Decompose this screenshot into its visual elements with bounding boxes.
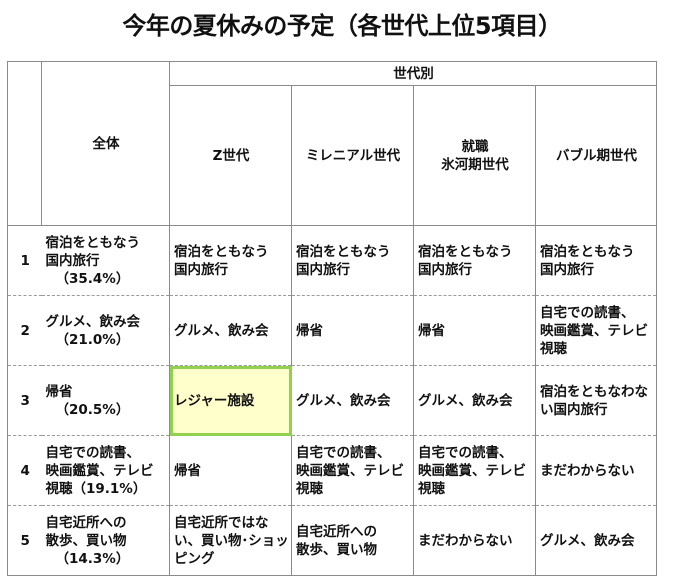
cell-text-line: グルメ、飲み会 [418, 392, 513, 409]
header-rank-cell [7, 61, 42, 226]
cell-text-line: グルメ、飲み会 [296, 392, 391, 409]
generation-cell: 宿泊をともなう 国内旅行 [291, 225, 414, 296]
cell-text-line: 映画鑑賞、テレビ [296, 462, 404, 479]
generation-cell: 自宅近所への 散歩、買い物 [291, 505, 414, 576]
header-overall-label: 全体 [92, 135, 120, 152]
cell-text-line: （21.0%） [55, 331, 130, 348]
generation-cell: 自宅での読書、 映画鑑賞、テレビ 視聴 [291, 435, 414, 506]
cell-text-line: 視聴 [540, 340, 567, 357]
cell-text-line: （35.4%） [55, 270, 130, 287]
header-generation-group: 世代別 [169, 61, 657, 86]
generation-cell: グルメ、飲み会 [291, 365, 414, 436]
cell-text-line: バブル期世代 [556, 147, 637, 164]
generation-cell: 自宅近所ではな い、買い物･ショッ ピング [169, 505, 292, 576]
overall-cell: 帰省 （20.5%） [41, 365, 170, 436]
generation-cell: 宿泊をともなう 国内旅行 [535, 225, 657, 296]
cell-text-line: 帰省 [174, 462, 201, 479]
cell-text-line: 視聴（19.1%） [45, 480, 147, 497]
table-row: 2 グルメ、飲み会 （21.0%） グルメ、飲み会 帰省 帰省 自宅での読書、 映画鑑賞、テレ… [7, 295, 657, 366]
cell-text-line: 視聴 [296, 480, 323, 497]
header-row-group: 全体 世代別 [7, 61, 657, 226]
cell-text-line: 自宅近所への [45, 514, 127, 531]
generation-cell: まだわからない [535, 435, 657, 506]
cell-text-line: レジャー施設 [174, 392, 255, 409]
generation-cell: 帰省 [291, 295, 414, 366]
generation-cell: 帰省 [169, 435, 292, 506]
generation-cell: 宿泊をともなわな い国内旅行 [535, 365, 657, 436]
cell-text-line: 自宅での読書、 [45, 444, 141, 461]
page-title: 今年の夏休みの予定（各世代上位5項目） [122, 12, 562, 40]
cell-text-line: 国内旅行 [45, 252, 100, 269]
generation-cell: まだわからない [413, 505, 536, 576]
cell-text-line: 宿泊をともなう [174, 243, 269, 260]
rank-number: 1 [7, 225, 42, 296]
cell-text-line: 国内旅行 [174, 261, 228, 278]
table-row: 4 自宅での読書、 映画鑑賞、テレビ 視聴（19.1%） 帰省 自宅での読書、 映画鑑賞、テ… [7, 435, 657, 506]
cell-text-line: まだわからない [540, 462, 635, 479]
overall-cell: 自宅での読書、 映画鑑賞、テレビ 視聴（19.1%） [41, 435, 170, 506]
overall-cell: 宿泊をともなう 国内旅行 （35.4%） [41, 225, 170, 296]
cell-text-line: 視聴 [418, 480, 445, 497]
cell-text-line: 帰省 [45, 383, 73, 400]
cell-text-line: （14.3%） [55, 550, 130, 567]
cell-text-line: 氷河期世代 [441, 156, 509, 173]
cell-text-line: まだわからない [418, 532, 513, 549]
cell-text-line: 宿泊をともなわな [540, 383, 648, 400]
cell-text-line: い国内旅行 [540, 401, 608, 418]
cell-text-line: 宿泊をともなう [540, 243, 635, 260]
table-row: 3 帰省 （20.5%） レジャー施設 グルメ、飲み会 グルメ、飲み会 宿泊をともなわな い国… [7, 365, 657, 436]
cell-text-line: 散歩、買い物 [296, 541, 377, 558]
table-row: 5 自宅近所への 散歩、買い物 （14.3%） 自宅近所ではな い、買い物･ショッ ピング自… [7, 505, 657, 576]
cell-text-line: 自宅での読書、 [418, 444, 513, 461]
rank-number: 3 [7, 365, 42, 436]
cell-text-line: グルメ、飲み会 [174, 322, 269, 339]
cell-text-line: 国内旅行 [540, 261, 594, 278]
cell-text-line: 帰省 [418, 322, 445, 339]
generation-cell: グルメ、飲み会 [169, 295, 292, 366]
cell-text-line: 帰省 [296, 322, 323, 339]
generation-cell: グルメ、飲み会 [535, 505, 657, 576]
header-generation-cell: 就職 氷河期世代 [413, 85, 536, 226]
generation-cell: 宿泊をともなう 国内旅行 [169, 225, 292, 296]
cell-text-line: 自宅での読書、 [540, 304, 635, 321]
cell-text-line: 映画鑑賞、テレビ [540, 322, 648, 339]
cell-text-line: （20.5%） [55, 401, 130, 418]
header-generation-cell: バブル期世代 [535, 85, 657, 226]
ranking-table: 全体 世代別 Z世代 ミレニアル世代 就職 氷河期世代 バブル期世代 1 宿泊をともなう国… [7, 61, 657, 576]
rank-number: 5 [7, 505, 42, 576]
generation-cell: 帰省 [413, 295, 536, 366]
cell-text-line: 就職 [461, 138, 489, 155]
table-row: 1 宿泊をともなう 国内旅行 （35.4%） 宿泊をともなう 国内旅行 宿泊をともなう 国内旅… [7, 225, 657, 296]
generation-cell: 宿泊をともなう 国内旅行 [413, 225, 536, 296]
rank-number: 2 [7, 295, 42, 366]
overall-cell: 自宅近所への 散歩、買い物 （14.3%） [41, 505, 170, 576]
cell-text-line: グルメ、飲み会 [540, 532, 635, 549]
cell-text-line: 映画鑑賞、テレビ [45, 462, 154, 479]
generation-cell: 自宅での読書、 映画鑑賞、テレビ 視聴 [535, 295, 657, 366]
cell-text-line: 宿泊をともなう [296, 243, 391, 260]
cell-text-line: ミレニアル世代 [305, 147, 401, 164]
cell-text-line: 映画鑑賞、テレビ [418, 462, 526, 479]
cell-text-line: い、買い物･ショッ [174, 532, 289, 549]
cell-text-line: 自宅での読書、 [296, 444, 391, 461]
cell-text-line: 国内旅行 [418, 261, 472, 278]
cell-text-line: ピング [174, 550, 215, 567]
cell-text-line: グルメ、飲み会 [45, 313, 141, 330]
header-generation-group-label: 世代別 [393, 65, 434, 82]
header-generation-cell: ミレニアル世代 [291, 85, 414, 226]
cell-text-line: 散歩、買い物 [45, 532, 127, 549]
overall-cell: グルメ、飲み会 （21.0%） [41, 295, 170, 366]
cell-text-line: 宿泊をともなう [45, 234, 141, 251]
generation-cell-highlighted: レジャー施設 [169, 365, 292, 436]
cell-text-line: 自宅近所への [296, 523, 377, 540]
header-overall-cell: 全体 [41, 61, 170, 226]
cell-text-line: Z世代 [212, 147, 250, 164]
cell-text-line: 宿泊をともなう [418, 243, 513, 260]
generation-cell: 自宅での読書、 映画鑑賞、テレビ 視聴 [413, 435, 536, 506]
rank-number: 4 [7, 435, 42, 506]
cell-text-line: 自宅近所ではな [174, 514, 269, 531]
generation-cell: グルメ、飲み会 [413, 365, 536, 436]
cell-text-line: 国内旅行 [296, 261, 350, 278]
header-generation-cell: Z世代 [169, 85, 292, 226]
